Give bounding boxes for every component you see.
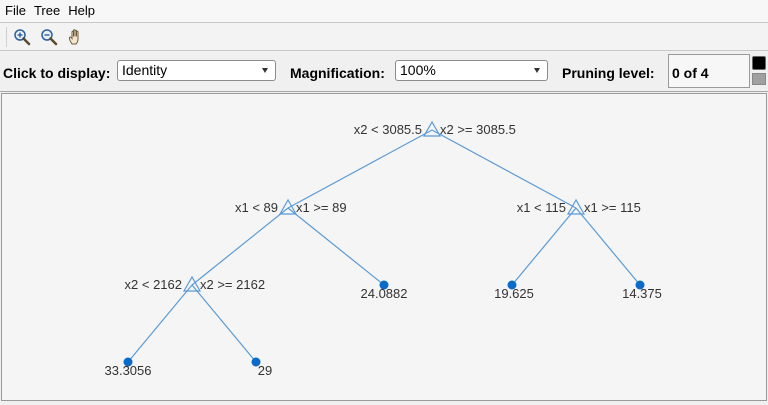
zoom-out-icon (41, 28, 58, 45)
edge (431, 129, 577, 209)
leaf-value: 19.625 (494, 286, 534, 301)
split-label-left: x1 < 89 (235, 200, 278, 215)
split-label-left: x2 < 2162 (125, 277, 182, 292)
menu-bar: File Tree Help (0, 0, 768, 23)
display-select-value: Identity (122, 62, 168, 78)
pan-button[interactable] (65, 26, 87, 48)
magnification-select-value: 100% (400, 62, 436, 78)
prune-decrease-button[interactable] (752, 73, 766, 85)
pruning-label: Pruning level: (562, 65, 655, 81)
edge (287, 129, 433, 209)
split-label-right: x2 >= 3085.5 (440, 122, 516, 137)
zoom-out-button[interactable] (38, 26, 60, 48)
tree-canvas[interactable]: x2 < 3085.5 x2 >= 3085.5 x1 < 89 x1 >= 8… (1, 93, 767, 401)
split-label-right: x2 >= 2162 (200, 277, 265, 292)
display-label: Click to display: (3, 65, 111, 81)
magnification-select[interactable]: 100% (395, 60, 548, 81)
split-label-left: x1 < 115 (517, 200, 566, 215)
edge (575, 207, 641, 286)
decision-node-x1-115[interactable] (566, 198, 586, 215)
chevron-down-icon (534, 68, 540, 73)
edge (287, 207, 385, 286)
edge (127, 284, 193, 363)
toolbar (0, 23, 768, 51)
pruning-level-value: 0 of 4 (672, 65, 709, 81)
menu-tree[interactable]: Tree (31, 1, 63, 21)
split-label-right: x1 >= 115 (584, 200, 641, 215)
chevron-down-icon (262, 68, 268, 73)
zoom-in-button[interactable] (11, 26, 33, 48)
decision-node-x2-2162[interactable] (182, 275, 202, 292)
tree-diagram: x2 < 3085.5 x2 >= 3085.5 x1 < 89 x1 >= 8… (105, 120, 662, 378)
edge (191, 207, 289, 286)
zoom-in-icon (14, 28, 31, 45)
decision-node-root[interactable] (422, 120, 442, 137)
pan-hand-icon (68, 28, 79, 44)
edge (191, 284, 257, 363)
magnification-label: Magnification: (290, 65, 385, 81)
pruning-level-field[interactable]: 0 of 4 (668, 54, 750, 88)
split-label-left: x2 < 3085.5 (354, 122, 422, 137)
display-select[interactable]: Identity (117, 60, 276, 81)
leaf-value: 14.375 (622, 286, 662, 301)
menu-help[interactable]: Help (65, 1, 98, 21)
control-bar: Click to display: Identity Magnification… (0, 51, 768, 92)
leaf-value: 24.0882 (361, 286, 408, 301)
leaf-value: 29 (258, 363, 272, 378)
toolbar-separator (6, 26, 7, 47)
edge (511, 207, 577, 286)
split-label-right: x1 >= 89 (296, 200, 347, 215)
menu-file[interactable]: File (2, 1, 29, 21)
prune-increase-button[interactable] (752, 56, 766, 70)
leaf-value: 33.3056 (105, 363, 152, 378)
